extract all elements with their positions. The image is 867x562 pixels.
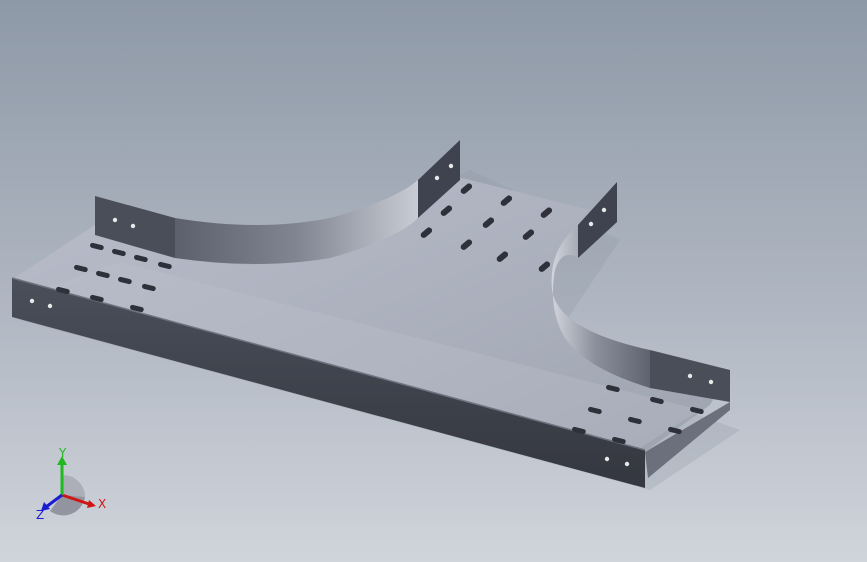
view-orientation-triad[interactable]: X Y Z <box>30 445 120 525</box>
bolt-hole <box>130 223 136 229</box>
bolt-hole <box>601 207 607 213</box>
bolt-hole <box>624 461 630 467</box>
y-axis-label: Y <box>58 446 67 460</box>
bolt-hole <box>687 373 693 379</box>
x-axis-label: X <box>98 497 106 511</box>
z-axis-label: Z <box>36 508 44 522</box>
model-view[interactable] <box>0 0 867 562</box>
bolt-hole <box>434 175 440 181</box>
bolt-hole <box>47 303 53 309</box>
bolt-hole <box>708 379 714 385</box>
bolt-hole <box>604 456 610 462</box>
x-axis-head <box>87 500 96 508</box>
bolt-hole <box>29 298 35 304</box>
triad-sphere <box>62 474 86 497</box>
bolt-hole <box>112 217 118 223</box>
graphics-viewport[interactable]: X Y Z <box>0 0 867 562</box>
bolt-hole <box>448 163 454 169</box>
bolt-hole <box>588 221 594 227</box>
